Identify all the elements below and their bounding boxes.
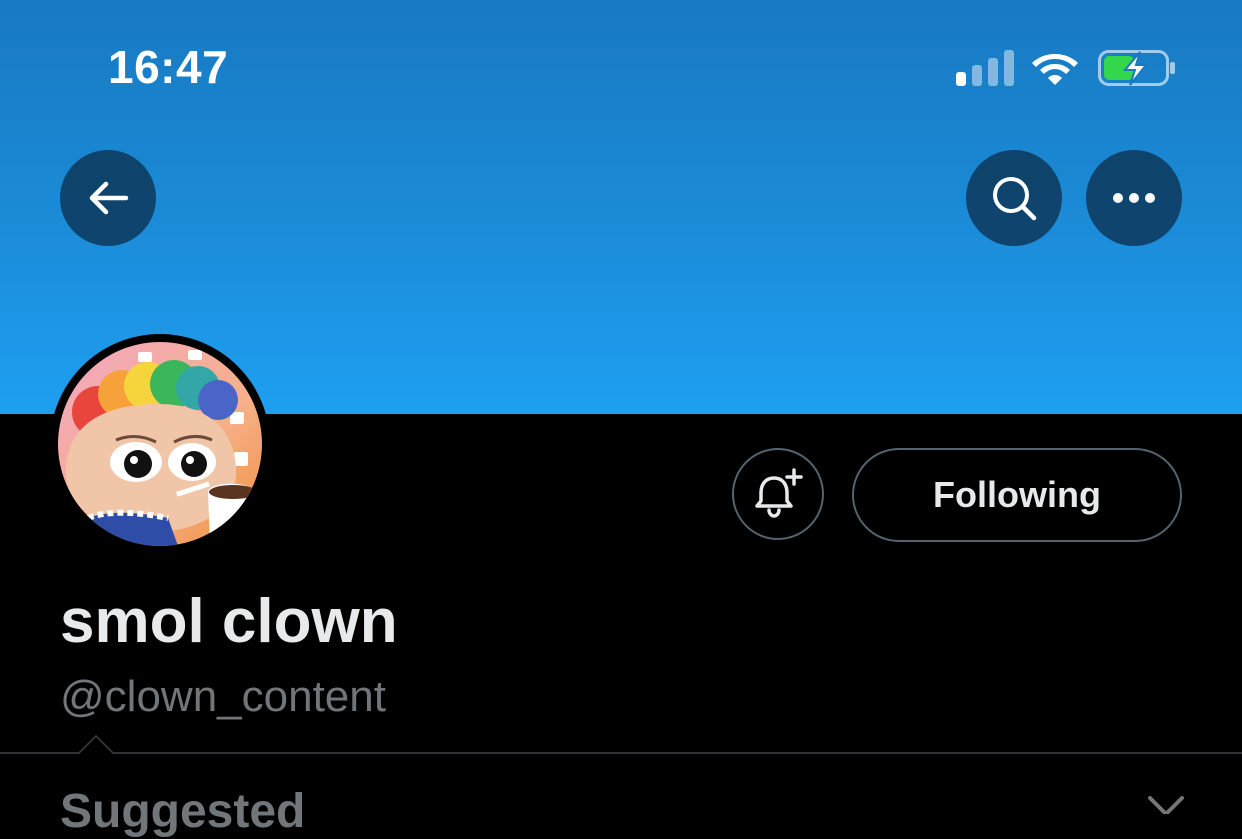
bell-plus-icon	[755, 468, 803, 518]
divider	[0, 752, 1242, 754]
search-icon	[993, 177, 1037, 221]
notifications-toggle-button[interactable]	[732, 448, 824, 540]
more-horizontal-icon	[1113, 193, 1155, 203]
profile-avatar[interactable]	[50, 334, 270, 554]
close-icon[interactable]	[1146, 796, 1186, 814]
caret-up-icon	[78, 734, 114, 754]
back-button[interactable]	[60, 150, 156, 246]
wifi-icon	[1032, 54, 1078, 85]
profile-handle: @clown_content	[60, 672, 386, 721]
cellular-signal-icon	[956, 50, 1014, 86]
search-button[interactable]	[966, 150, 1062, 246]
battery-charging-icon	[1098, 50, 1175, 86]
status-bar-time: 16:47	[108, 41, 229, 93]
following-button[interactable]: Following	[852, 448, 1182, 542]
avatar-image	[58, 342, 262, 546]
more-options-button[interactable]	[1086, 150, 1182, 246]
suggested-heading: Suggested	[60, 785, 306, 838]
profile-display-name: smol clown	[60, 587, 398, 656]
arrow-left-icon	[89, 181, 129, 215]
